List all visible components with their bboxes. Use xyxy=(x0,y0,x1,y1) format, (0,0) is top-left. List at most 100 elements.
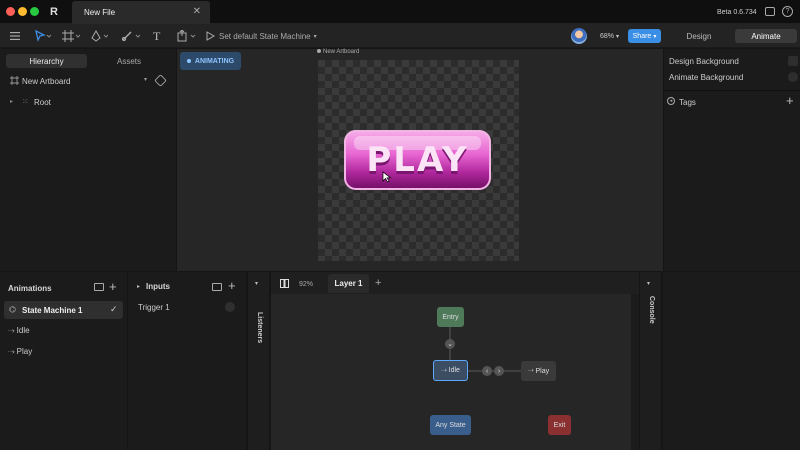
status-dot-icon xyxy=(186,59,191,63)
list-item-label: Idle xyxy=(16,326,30,335)
timeline-icon: ⤑ xyxy=(527,367,534,374)
node-play[interactable]: ⤑ Play xyxy=(521,361,556,381)
file-tab-title: New File xyxy=(84,8,116,17)
select-tool-icon[interactable] xyxy=(35,29,51,43)
list-item-label: State Machine 1 xyxy=(22,306,83,315)
canvas[interactable]: ANIMATING New Artboard PLAY xyxy=(177,49,663,271)
chevron-down-icon: ▾ xyxy=(313,33,317,40)
list-item-play[interactable]: ⤑ Play xyxy=(8,347,32,357)
node-exit[interactable]: Exit xyxy=(548,415,571,435)
bone-tool-icon[interactable] xyxy=(121,29,141,43)
title-bar: R New File ✕ Beta 0.6.734 ? xyxy=(0,0,800,24)
artboard-label[interactable]: New Artboard xyxy=(317,49,359,55)
frame-tool-icon[interactable] xyxy=(62,29,80,43)
play-button-label: PLAY xyxy=(366,140,469,180)
chevron-down-icon: ▾ xyxy=(653,33,657,40)
artboard-selector[interactable]: New Artboard xyxy=(22,77,70,86)
add-layer-icon[interactable]: + xyxy=(375,277,381,289)
artboard-label-text: New Artboard xyxy=(323,49,360,55)
node-idle-label: Idle xyxy=(448,367,460,374)
listeners-sidebar[interactable]: ▾ Listeners xyxy=(248,272,269,450)
layers-toggle-icon[interactable] xyxy=(280,279,289,288)
listeners-label: Listeners xyxy=(256,312,263,344)
list-item-idle[interactable]: ⤑ Idle xyxy=(8,326,30,336)
graph-toolbar xyxy=(271,272,639,294)
graph-zoom[interactable]: 92% xyxy=(299,281,313,288)
pen-tool-icon[interactable] xyxy=(90,29,108,43)
animate-background-swatch[interactable] xyxy=(788,72,798,82)
node-idle[interactable]: ⤑ Idle xyxy=(433,360,468,381)
node-any-state[interactable]: Any State xyxy=(430,415,471,435)
console-sidebar[interactable]: ▾ Console xyxy=(640,272,661,450)
animations-panel: Animations + ⌬ State Machine 1 ✓ ⤑ Idle … xyxy=(0,272,127,450)
transition-back-icon[interactable]: ‹ xyxy=(482,366,492,376)
text-tool-icon[interactable]: T xyxy=(153,29,160,43)
file-tab[interactable]: New File ✕ xyxy=(72,1,210,24)
collapse-icon[interactable]: ◂ xyxy=(667,97,675,105)
folder-icon[interactable] xyxy=(94,283,104,291)
play-icon[interactable] xyxy=(206,29,215,43)
artboard-dot-icon xyxy=(317,49,321,53)
tab-layer-1[interactable]: Layer 1 xyxy=(328,274,369,293)
feedback-icon[interactable] xyxy=(765,7,775,16)
toolbar: T Set default State Machine ▾ 68% ▾ Shar… xyxy=(0,24,800,48)
list-item-state-machine-1[interactable]: ⌬ State Machine 1 ✓ xyxy=(4,301,123,319)
root-icon: ⁙ xyxy=(22,97,29,106)
design-background-label: Design Background xyxy=(669,57,739,66)
rive-logo-icon[interactable]: R xyxy=(50,6,58,18)
node-entry[interactable]: Entry xyxy=(437,307,464,327)
add-input-icon[interactable]: + xyxy=(228,278,236,293)
animations-title: Animations xyxy=(8,284,52,293)
cursor-icon xyxy=(382,171,392,183)
timeline-icon: ⤑ xyxy=(441,366,447,374)
add-animation-icon[interactable]: + xyxy=(109,279,117,294)
chevron-down-icon[interactable]: ▾ xyxy=(144,76,147,83)
animate-background-label: Animate Background xyxy=(669,73,744,82)
share-button[interactable]: Share ▾ xyxy=(628,29,661,43)
state-machine-selector[interactable]: Set default State Machine ▾ xyxy=(219,29,317,43)
minimize-window-button[interactable] xyxy=(18,7,27,16)
transition-forward-icon[interactable]: › xyxy=(494,366,504,376)
divider xyxy=(664,90,800,91)
expand-icon[interactable]: ▸ xyxy=(10,98,13,105)
help-icon[interactable]: ? xyxy=(782,6,793,17)
tab-hierarchy[interactable]: Hierarchy xyxy=(6,54,87,68)
timeline-icon: ⤑ xyxy=(8,347,15,356)
check-icon: ✓ xyxy=(110,304,118,314)
avatar[interactable] xyxy=(571,28,587,44)
tags-label: Tags xyxy=(679,98,696,107)
chevron-down-icon: ▾ xyxy=(616,33,620,40)
tab-assets[interactable]: Assets xyxy=(89,54,169,68)
artboard[interactable]: PLAY xyxy=(318,60,519,261)
close-window-button[interactable] xyxy=(6,7,15,16)
tree-item-root[interactable]: Root xyxy=(34,98,51,107)
folder-icon[interactable] xyxy=(212,283,222,291)
tag-icon[interactable] xyxy=(154,74,167,87)
animating-badge-label: ANIMATING xyxy=(194,57,235,65)
menu-icon[interactable] xyxy=(10,29,20,43)
input-item-trigger-1[interactable]: Trigger 1 xyxy=(138,303,170,312)
play-button[interactable]: PLAY xyxy=(344,130,491,190)
artboard-icon xyxy=(10,76,19,85)
inspector-panel: Design Background Animate Background ◂ T… xyxy=(664,49,800,271)
hierarchy-panel: Hierarchy Assets New Artboard ▾ ▸ ⁙ Root xyxy=(0,49,176,271)
chevron-down-icon: ▾ xyxy=(647,281,651,287)
console-label: Console xyxy=(648,296,655,324)
tab-design[interactable]: Design xyxy=(669,29,729,43)
timeline-icon: ⤑ xyxy=(8,326,15,335)
tab-animate[interactable]: Animate xyxy=(735,29,797,43)
expand-icon[interactable]: ▸ xyxy=(137,283,140,290)
transition-arrow-icon[interactable]: ⌄ xyxy=(445,339,455,349)
graph-canvas[interactable]: Entry ⌄ ⤑ Idle ‹ › ⤑ Play Any State Exit xyxy=(271,294,631,450)
close-tab-icon[interactable]: ✕ xyxy=(193,6,201,17)
design-background-swatch[interactable] xyxy=(788,56,798,66)
zoom-selector[interactable]: 68% ▾ xyxy=(600,29,619,43)
share-button-label: Share xyxy=(632,32,652,40)
export-tool-icon[interactable] xyxy=(177,29,197,43)
version-label: Beta 0.6.734 xyxy=(717,9,757,16)
chevron-down-icon: ▾ xyxy=(255,281,259,287)
add-tag-icon[interactable]: + xyxy=(786,93,794,108)
trigger-button[interactable] xyxy=(225,302,235,312)
node-play-label: Play xyxy=(535,367,550,375)
maximize-window-button[interactable] xyxy=(30,7,39,16)
